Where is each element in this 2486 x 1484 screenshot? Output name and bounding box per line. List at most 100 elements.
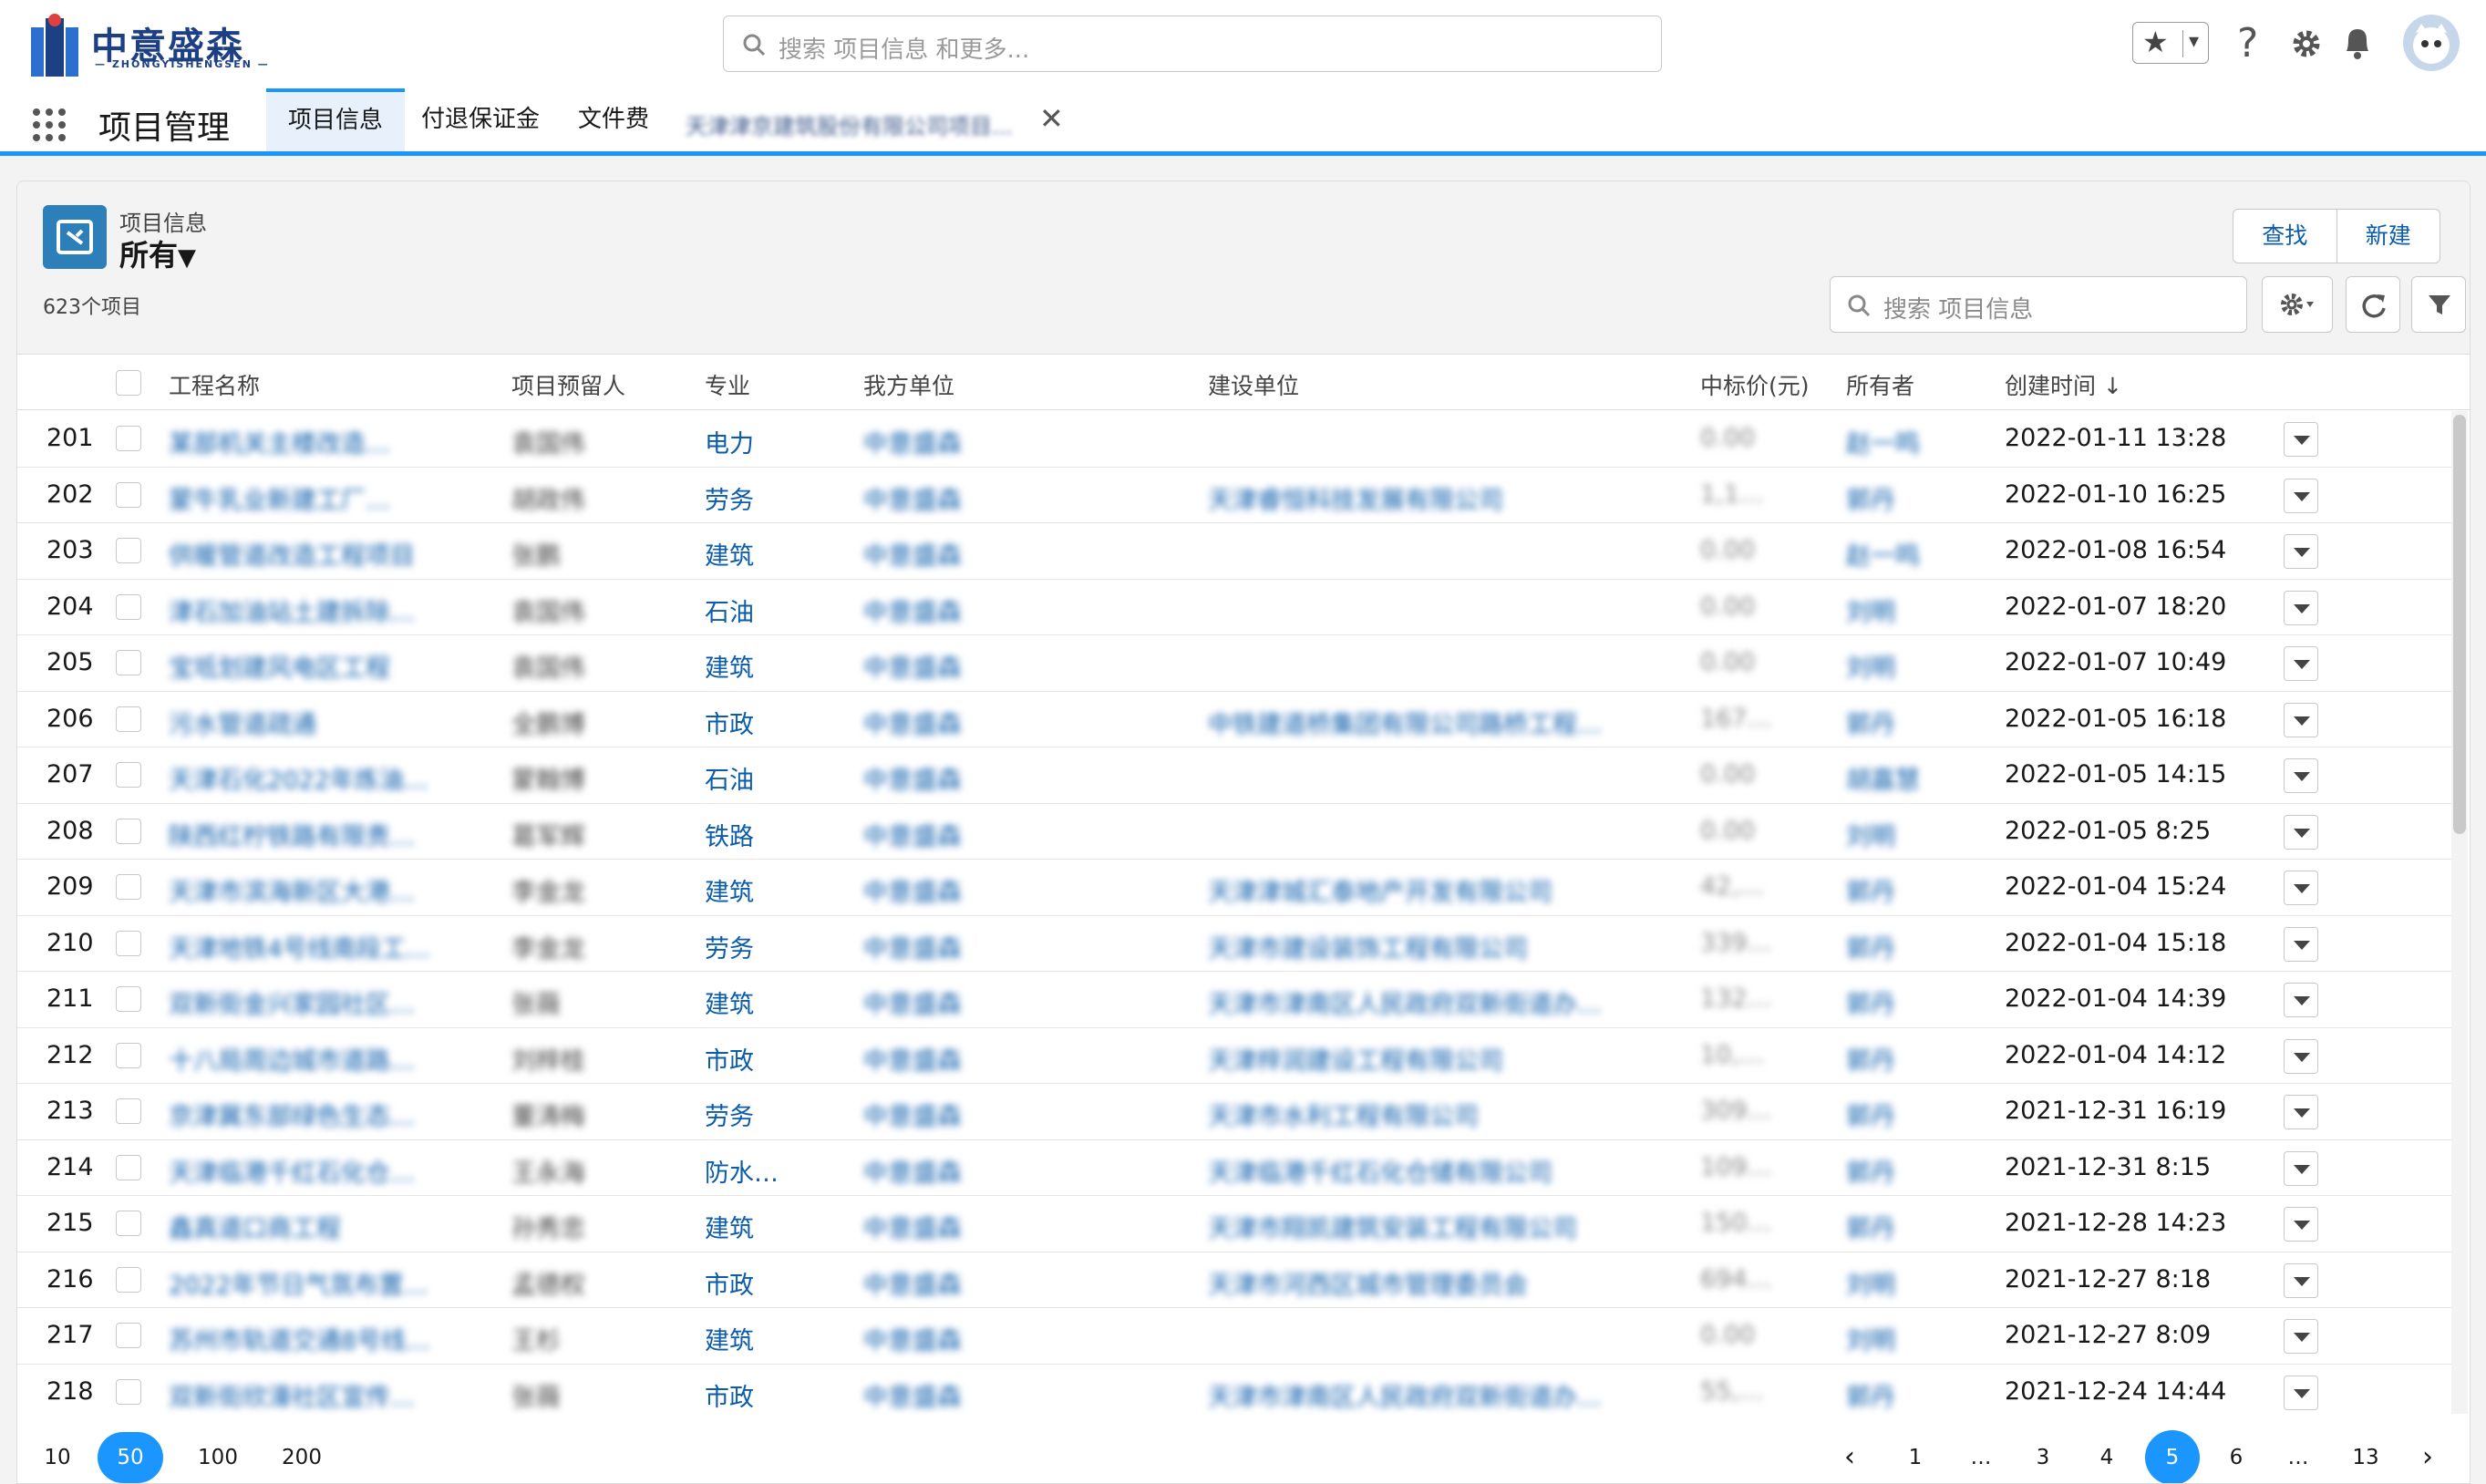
our-unit-link[interactable]: 中意盛森 — [863, 705, 962, 740]
column-header-bid-price[interactable]: 中标价(元) — [1700, 368, 1810, 401]
row-checkbox[interactable] — [116, 1266, 141, 1293]
owner-link[interactable]: 郭丹 — [1846, 984, 1895, 1020]
row-actions-button[interactable] — [2284, 534, 2318, 569]
column-header-client[interactable]: 建设单位 — [1208, 368, 1299, 401]
client-link[interactable]: 天津市河西区城市管理委员会 — [1208, 1265, 1528, 1301]
our-unit-link[interactable]: 中意盛森 — [863, 480, 962, 516]
client-link[interactable]: 天津市津南区人民政府双新街道办… — [1208, 1377, 1602, 1413]
client-link[interactable]: 天津睿恒科技发展有限公司 — [1208, 480, 1503, 516]
project-name-link[interactable]: 宝坻划建风电区工程 — [169, 648, 390, 684]
project-name-link[interactable]: 天津石化2022年炼油… — [169, 760, 428, 796]
row-actions-button[interactable] — [2284, 590, 2318, 625]
project-name-link[interactable]: 供暖管道改造工程项目 — [169, 536, 415, 572]
filter-button[interactable] — [2411, 276, 2466, 333]
major-link[interactable]: 石油 — [705, 760, 754, 796]
project-name-link[interactable]: 天津地铁4号线南段工… — [169, 929, 430, 964]
find-button[interactable]: 查找 — [2233, 210, 2337, 263]
project-name-link[interactable]: 天津市滨海新区大港… — [169, 872, 415, 908]
our-unit-link[interactable]: 中意盛森 — [863, 536, 962, 572]
client-link[interactable]: 天津津城汇泰地产开发有限公司 — [1208, 872, 1552, 908]
our-unit-link[interactable]: 中意盛森 — [863, 1321, 962, 1356]
major-link[interactable]: 建筑 — [705, 536, 754, 572]
project-name-link[interactable]: 津石加油站土建拆除… — [169, 593, 415, 628]
row-actions-button[interactable] — [2284, 1319, 2318, 1354]
page-5[interactable]: 5 — [2145, 1430, 2200, 1483]
select-all-checkbox[interactable] — [116, 370, 141, 396]
owner-link[interactable]: 胡嘉慧 — [1846, 760, 1920, 796]
project-name-link[interactable]: 双新街欣濠社区宣传… — [169, 1377, 415, 1413]
page-13[interactable]: 13 — [2340, 1432, 2391, 1483]
client-link[interactable]: 天津市建设装饰工程有限公司 — [1208, 929, 1528, 964]
major-link[interactable]: 建筑 — [705, 872, 754, 908]
page-size-10[interactable]: 10 — [32, 1432, 83, 1483]
row-actions-button[interactable] — [2284, 1095, 2318, 1129]
page-1[interactable]: 1 — [1890, 1432, 1941, 1483]
major-link[interactable]: 防水… — [705, 1153, 779, 1189]
list-settings-button[interactable] — [2262, 276, 2333, 333]
owner-link[interactable]: 刘明 — [1846, 817, 1895, 852]
owner-link[interactable]: 郭丹 — [1846, 1153, 1895, 1189]
our-unit-link[interactable]: 中意盛森 — [863, 1377, 962, 1413]
help-icon[interactable]: ? — [2233, 20, 2266, 66]
next-page-button[interactable]: › — [2402, 1432, 2453, 1483]
client-link[interactable]: 天津梓润建设工程有限公司 — [1208, 1041, 1503, 1077]
column-header-created[interactable]: 创建时间 ↓ — [2005, 368, 2122, 401]
our-unit-link[interactable]: 中意盛森 — [863, 648, 962, 684]
row-actions-button[interactable] — [2284, 1262, 2318, 1298]
app-launcher-icon[interactable] — [31, 107, 67, 143]
row-checkbox[interactable] — [116, 1042, 141, 1068]
row-checkbox[interactable] — [116, 593, 141, 620]
our-unit-link[interactable]: 中意盛森 — [863, 1041, 962, 1077]
global-search-input[interactable]: 搜索 项目信息 和更多... — [723, 15, 1662, 72]
column-header-major[interactable]: 专业 — [705, 368, 750, 401]
owner-link[interactable]: 郭丹 — [1846, 1377, 1895, 1413]
row-checkbox[interactable] — [116, 762, 141, 788]
our-unit-link[interactable]: 中意盛森 — [863, 1209, 962, 1244]
owner-link[interactable]: 郭丹 — [1846, 872, 1895, 908]
tab-deposit[interactable]: 付退保证金 — [399, 88, 562, 151]
column-header-name[interactable]: 工程名称 — [169, 368, 260, 401]
row-actions-button[interactable] — [2284, 478, 2318, 513]
major-link[interactable]: 建筑 — [705, 1209, 754, 1244]
major-link[interactable]: 市政 — [705, 1377, 754, 1413]
major-link[interactable]: 建筑 — [705, 1321, 754, 1356]
favorites-button[interactable]: ★ ▾ — [2132, 22, 2209, 64]
page-3[interactable]: 3 — [2017, 1432, 2068, 1483]
avatar[interactable] — [2403, 15, 2460, 71]
row-checkbox[interactable] — [116, 1211, 141, 1236]
major-link[interactable]: 建筑 — [705, 984, 754, 1020]
row-actions-button[interactable] — [2284, 646, 2318, 681]
project-name-link[interactable]: 鑫真道口商工程 — [169, 1209, 341, 1244]
major-link[interactable]: 电力 — [705, 424, 754, 459]
owner-link[interactable]: 刘明 — [1846, 648, 1895, 684]
page-6[interactable]: 6 — [2211, 1432, 2262, 1483]
page-size-50[interactable]: 50 — [98, 1432, 163, 1483]
row-checkbox[interactable] — [116, 538, 141, 563]
row-checkbox[interactable] — [116, 650, 141, 675]
row-checkbox[interactable] — [116, 426, 141, 451]
column-header-our-unit[interactable]: 我方单位 — [863, 368, 954, 401]
project-name-link[interactable]: 2022年节日气氛布置… — [169, 1265, 428, 1301]
list-view-selector[interactable]: 所有▼ — [119, 232, 196, 274]
owner-link[interactable]: 郭丹 — [1846, 1041, 1895, 1077]
page-4[interactable]: 4 — [2081, 1432, 2132, 1483]
row-actions-button[interactable] — [2284, 871, 2318, 905]
page-size-200[interactable]: 200 — [269, 1432, 335, 1483]
client-link[interactable]: 中铁建道桥集团有限公司路桥工程… — [1208, 705, 1602, 740]
client-link[interactable]: 天津市水利工程有限公司 — [1208, 1097, 1479, 1132]
scrollbar-thumb[interactable] — [2453, 415, 2466, 834]
row-checkbox[interactable] — [116, 1378, 141, 1405]
our-unit-link[interactable]: 中意盛森 — [863, 1153, 962, 1189]
project-name-link[interactable]: 京津冀东部绿色生态… — [169, 1097, 415, 1132]
project-name-link[interactable]: 双新街金兴家园社区… — [169, 984, 415, 1020]
row-actions-button[interactable] — [2284, 758, 2318, 793]
row-actions-button[interactable] — [2284, 1150, 2318, 1186]
row-checkbox[interactable] — [116, 1154, 141, 1180]
row-checkbox[interactable] — [116, 1323, 141, 1348]
project-name-link[interactable]: 苏州市轨道交通8号线… — [169, 1321, 430, 1356]
major-link[interactable]: 劳务 — [705, 1097, 754, 1132]
our-unit-link[interactable]: 中意盛森 — [863, 984, 962, 1020]
row-checkbox[interactable] — [116, 930, 141, 956]
owner-link[interactable]: 刘明 — [1846, 593, 1895, 628]
owner-link[interactable]: 刘明 — [1846, 1321, 1895, 1356]
